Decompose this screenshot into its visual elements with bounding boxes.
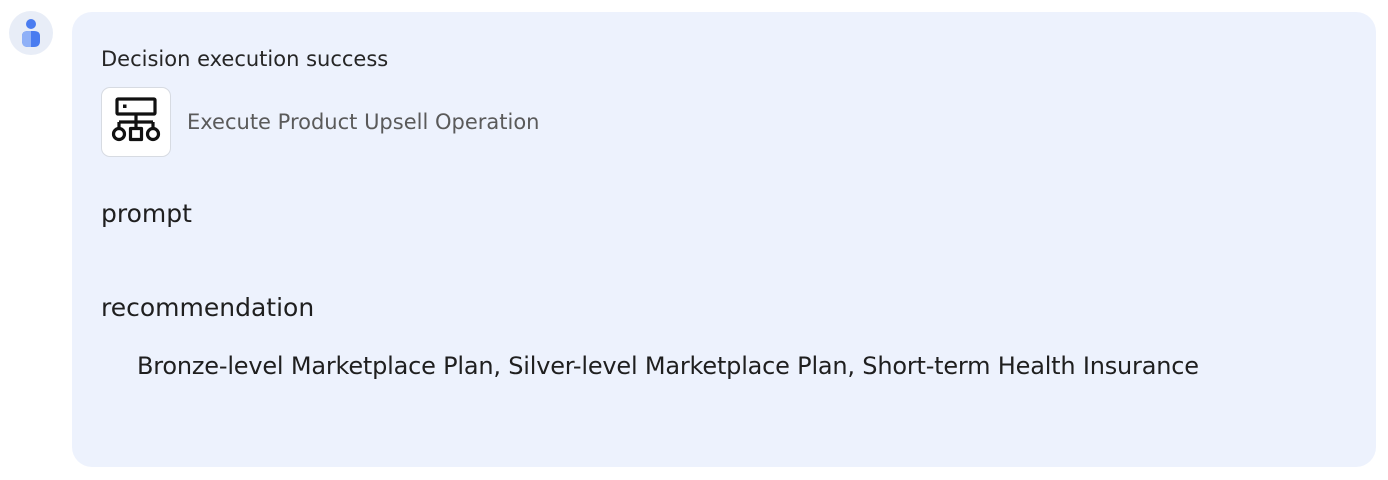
execution-status-text: Decision execution success xyxy=(101,47,389,71)
recommendation-label: recommendation xyxy=(101,293,315,322)
tool-call: Execute Product Upsell Operation xyxy=(101,87,1348,157)
hierarchy-icon xyxy=(101,87,171,157)
assistant-avatar-icon xyxy=(9,11,53,55)
recommendation-value: Bronze-level Marketplace Plan, Silver-le… xyxy=(137,352,1199,380)
chat-message-row: Decision execution success Execute Produ… xyxy=(0,0,1388,480)
prompt-label: prompt xyxy=(101,199,192,228)
tool-name: Execute Product Upsell Operation xyxy=(187,110,540,134)
message-bubble: Decision execution success Execute Produ… xyxy=(72,12,1376,467)
